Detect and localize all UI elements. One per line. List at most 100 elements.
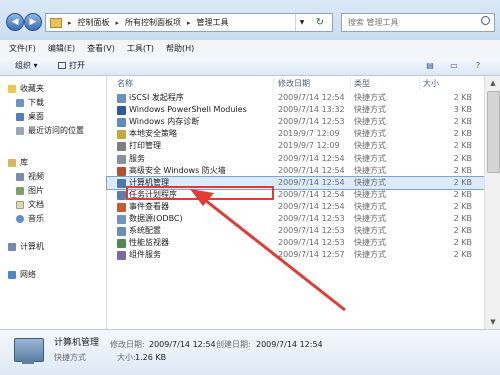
details-size-label: 大小: xyxy=(117,353,136,362)
details-pane: 计算机管理 快捷方式 修改日期: 2009/7/14 12:54 大小: 1.2… xyxy=(0,329,500,375)
sidebar-item-libraries[interactable]: 库 xyxy=(8,156,28,169)
table-row[interactable]: 服务 2009/7/14 12:54 快捷方式 2 KB xyxy=(107,153,484,165)
sidebar-item-music[interactable]: 音乐 xyxy=(16,212,44,225)
computer-management-icon xyxy=(14,338,44,362)
file-size: 2 KB xyxy=(453,93,472,102)
file-name: Windows PowerShell Modules xyxy=(129,105,247,115)
search-icon[interactable] xyxy=(481,16,490,25)
file-date: 2019/9/7 12:09 xyxy=(278,141,340,151)
table-row[interactable]: 高级安全 Windows 防火墙 2009/7/14 12:54 快捷方式 2 KB xyxy=(107,165,484,177)
breadcrumb-separator: ▸ xyxy=(187,18,191,27)
sidebar-item-desktop[interactable]: 桌面 xyxy=(16,110,44,123)
breadcrumb-separator: ▸ xyxy=(68,18,72,27)
table-row[interactable]: 组件服务 2009/7/14 12:57 快捷方式 2 KB xyxy=(107,249,484,261)
sidebar-item-computer[interactable]: 计算机 xyxy=(8,240,44,253)
scroll-thumb[interactable] xyxy=(487,91,500,173)
sidebar-item-recent[interactable]: 最近访问的位置 xyxy=(16,124,84,137)
table-row[interactable]: 数据源(ODBC) 2009/7/14 12:53 快捷方式 2 KB xyxy=(107,213,484,225)
sidebar-label: 音乐 xyxy=(28,214,44,223)
sidebar-label: 下载 xyxy=(28,98,44,107)
file-size: 2 KB xyxy=(453,153,472,163)
chevron-down-icon[interactable]: ▼ xyxy=(295,14,308,31)
file-date: 2009/7/14 12:57 xyxy=(278,250,345,260)
preview-pane-icon[interactable]: ▭ xyxy=(448,60,460,71)
open-icon xyxy=(58,62,66,69)
address-field[interactable]: ▸ 控制面板 ▸ 所有控制面板项 ▸ 管理工具 ▼ ↻ xyxy=(45,13,333,32)
sidebar-item-videos[interactable]: 视频 xyxy=(16,170,44,183)
column-divider[interactable] xyxy=(350,78,351,90)
column-header-type[interactable]: 类型 xyxy=(354,76,370,92)
column-header-name[interactable]: 名称 xyxy=(117,76,133,92)
star-icon xyxy=(8,84,16,93)
column-header-size[interactable]: 大小 xyxy=(423,76,439,92)
search-placeholder: 搜索 管理工具 xyxy=(348,18,399,27)
menu-file[interactable]: 文件(F) xyxy=(9,40,36,57)
open-button[interactable]: 打开 xyxy=(58,59,85,73)
column-divider[interactable] xyxy=(273,78,274,90)
menu-view[interactable]: 查看(V) xyxy=(87,40,115,57)
organize-button[interactable]: 组织 ▾ xyxy=(15,59,38,73)
shortcut-icon xyxy=(117,94,126,103)
file-date: 2009/7/14 12:53 xyxy=(278,117,345,127)
breadcrumb-item[interactable]: 管理工具 xyxy=(197,17,229,28)
refresh-icon[interactable]: ↻ xyxy=(312,14,328,31)
file-size: 3 KB xyxy=(453,105,472,115)
forward-button[interactable]: ▶ xyxy=(24,13,42,31)
view-options-icon[interactable]: ▤ xyxy=(424,60,436,71)
desktop-icon xyxy=(16,112,24,121)
address-bar-area: ◀ ▶ ▸ 控制面板 ▸ 所有控制面板项 ▸ 管理工具 ▼ ↻ 搜索 管理工具 xyxy=(0,0,500,40)
menu-help[interactable]: 帮助(H) xyxy=(166,40,194,57)
sidebar-item-pictures[interactable]: 图片 xyxy=(16,184,44,197)
file-date: 2009/7/14 12:54 xyxy=(278,165,345,175)
table-row[interactable]: 本地安全策略 2019/9/7 12:09 快捷方式 2 KB xyxy=(107,128,484,140)
sidebar-item-network[interactable]: 网络 xyxy=(8,268,36,281)
breadcrumb-separator: ▸ xyxy=(115,18,120,27)
search-input[interactable]: 搜索 管理工具 xyxy=(341,13,495,32)
table-row[interactable]: Windows 内存诊断 2009/7/14 12:53 快捷方式 2 KB xyxy=(107,116,484,128)
table-row[interactable]: 性能监视器 2009/7/14 12:53 快捷方式 2 KB xyxy=(107,237,484,249)
file-type: 快捷方式 xyxy=(354,141,386,151)
file-date: 2009/7/14 12:53 xyxy=(278,238,345,248)
shortcut-icon xyxy=(117,202,126,212)
table-row[interactable]: Windows PowerShell Modules 2009/7/14 13:3… xyxy=(107,104,484,116)
table-row[interactable]: 打印管理 2019/9/7 12:09 快捷方式 2 KB xyxy=(107,140,484,152)
scroll-up-icon[interactable]: ▲ xyxy=(485,76,500,90)
file-name: 事件查看器 xyxy=(129,201,169,211)
shortcut-icon xyxy=(117,251,126,261)
details-name: 计算机管理 xyxy=(54,338,100,348)
network-icon xyxy=(8,270,16,279)
sidebar-label: 收藏夹 xyxy=(20,84,44,93)
sidebar-label: 网络 xyxy=(20,270,36,279)
scroll-down-icon[interactable]: ▼ xyxy=(485,315,500,329)
navigation-pane: 收藏夹 下载 桌面 最近访问的位置 库 视频 图片 文档 音乐 计算机 网络 xyxy=(0,76,107,329)
vertical-scrollbar[interactable]: ▲ ▼ xyxy=(484,76,500,329)
file-name: iSCSI 发起程序 xyxy=(129,93,184,102)
column-divider[interactable] xyxy=(419,78,420,90)
sidebar-label: 文档 xyxy=(28,200,44,209)
menu-tools[interactable]: 工具(T) xyxy=(127,40,154,57)
shortcut-icon xyxy=(117,106,126,116)
file-date: 2019/9/7 12:09 xyxy=(278,129,340,139)
breadcrumb-item[interactable]: 控制面板 xyxy=(78,17,110,28)
help-icon[interactable]: ? xyxy=(472,60,484,71)
table-row[interactable]: iSCSI 发起程序 2009/7/14 12:54 快捷方式 2 KB xyxy=(107,92,484,104)
file-type: 快捷方式 xyxy=(354,165,386,175)
open-label: 打开 xyxy=(69,61,85,70)
breadcrumb-item[interactable]: 所有控制面板项 xyxy=(125,17,181,28)
sidebar-item-documents[interactable]: 文档 xyxy=(16,198,44,211)
file-name: 系统配置 xyxy=(129,226,161,236)
column-header-date[interactable]: 修改日期 xyxy=(278,76,310,92)
file-size: 2 KB xyxy=(453,189,472,199)
file-date: 2009/7/14 12:53 xyxy=(278,214,345,223)
shortcut-icon xyxy=(117,215,126,224)
table-row[interactable]: 事件查看器 2009/7/14 12:54 快捷方式 2 KB xyxy=(107,201,484,213)
back-button[interactable]: ◀ xyxy=(6,13,24,31)
file-date: 2009/7/14 12:53 xyxy=(278,226,345,236)
menu-edit[interactable]: 编辑(E) xyxy=(48,40,75,57)
file-type: 快捷方式 xyxy=(354,250,386,260)
table-row[interactable]: 系统配置 2009/7/14 12:53 快捷方式 2 KB xyxy=(107,225,484,237)
sidebar-item-favorites[interactable]: 收藏夹 xyxy=(8,82,44,95)
details-modified-value: 2009/7/14 12:54 xyxy=(149,340,216,349)
sidebar-item-downloads[interactable]: 下载 xyxy=(16,96,44,109)
file-size: 2 KB xyxy=(453,226,472,236)
